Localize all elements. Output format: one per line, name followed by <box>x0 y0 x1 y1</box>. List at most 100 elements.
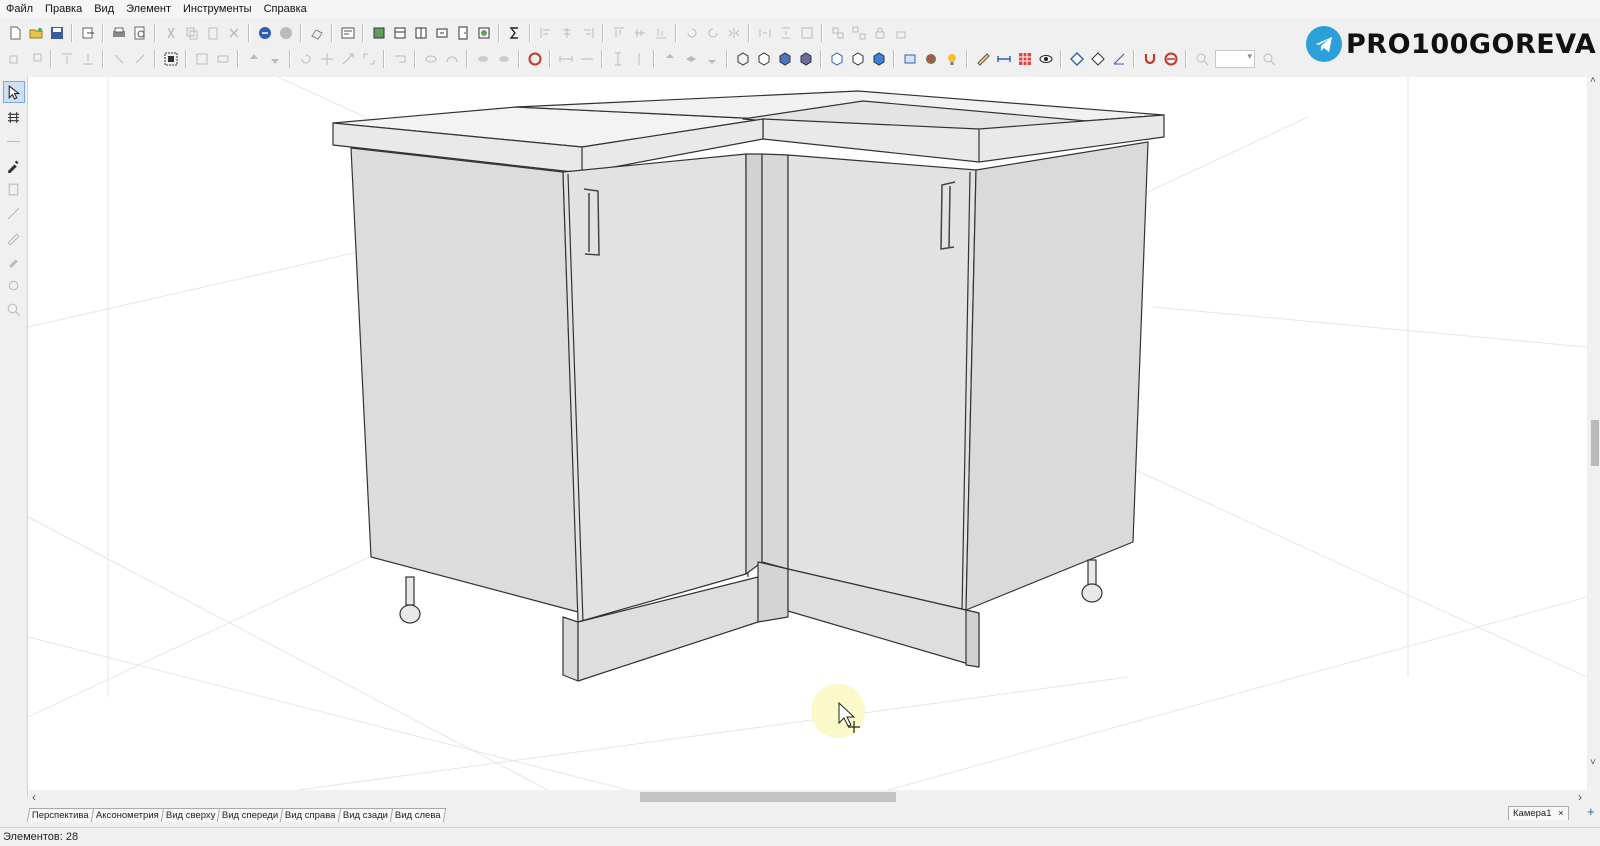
ungroup-icon[interactable] <box>850 24 868 42</box>
sum-icon[interactable] <box>506 24 524 42</box>
tab-right-view[interactable]: Вид справа <box>280 808 342 822</box>
eyedropper-icon[interactable] <box>4 155 24 175</box>
group-icon[interactable] <box>829 24 847 42</box>
view-box-icon[interactable] <box>828 50 846 68</box>
zoom-out-icon[interactable] <box>1193 50 1211 68</box>
ruler-icon[interactable] <box>974 50 992 68</box>
distribute-h-icon[interactable] <box>756 24 774 42</box>
tab-back-view[interactable]: Вид сзади <box>337 808 394 822</box>
tab-camera[interactable]: Камера1 × <box>1508 806 1569 820</box>
unlock-icon[interactable] <box>892 24 910 42</box>
move-back-icon[interactable] <box>6 50 24 68</box>
scroll-down-arrow[interactable]: ˅ <box>1590 757 1596 768</box>
insert-door-icon[interactable] <box>454 24 472 42</box>
edit-tool-icon[interactable] <box>4 227 24 247</box>
view-shaded-icon[interactable] <box>776 50 794 68</box>
lifebuoy-icon[interactable] <box>526 50 544 68</box>
grid-icon[interactable] <box>1016 50 1034 68</box>
copy-tool-icon[interactable] <box>4 179 24 199</box>
tab-axonometry[interactable]: Аксонометрия <box>90 808 164 822</box>
insert-shelf-icon[interactable] <box>412 24 430 42</box>
multi-select-icon[interactable] <box>4 107 24 127</box>
zoom-in-icon[interactable] <box>1260 50 1278 68</box>
properties-icon[interactable] <box>339 24 357 42</box>
redo-icon[interactable] <box>277 24 295 42</box>
join-icon[interactable] <box>110 50 128 68</box>
tab-perspective[interactable]: Перспектива <box>26 808 94 822</box>
add-camera-button[interactable]: + <box>1587 804 1595 819</box>
align-top-icon[interactable] <box>610 24 628 42</box>
close-icon[interactable]: × <box>1558 808 1564 819</box>
rotate-right-icon[interactable] <box>704 24 722 42</box>
undo-icon[interactable] <box>256 24 274 42</box>
3d-viewport[interactable] <box>28 77 1587 790</box>
move-front-icon[interactable] <box>27 50 45 68</box>
layer-down-icon[interactable] <box>703 50 721 68</box>
open-folder-icon[interactable] <box>27 24 45 42</box>
menu-edit[interactable]: Правка <box>39 0 88 19</box>
lock-icon[interactable] <box>871 24 889 42</box>
vertical-scrollbar[interactable]: ˄ ˅ <box>1588 75 1600 790</box>
texture-icon[interactable] <box>901 50 919 68</box>
snap-edge-icon[interactable] <box>1089 50 1107 68</box>
align-bottom-icon[interactable] <box>652 24 670 42</box>
measure-icon[interactable] <box>4 131 24 151</box>
horizontal-scroll-thumb[interactable] <box>640 792 896 802</box>
scroll-up-arrow[interactable]: ˄ <box>1590 75 1596 86</box>
snap-top-icon[interactable] <box>58 50 76 68</box>
align-middle-icon[interactable] <box>631 24 649 42</box>
show-icon[interactable] <box>495 50 513 68</box>
resize-icon[interactable] <box>193 50 211 68</box>
select-pointer-icon[interactable] <box>2 81 25 103</box>
align-center-icon[interactable] <box>558 24 576 42</box>
vertical-scroll-thumb[interactable] <box>1591 420 1599 466</box>
contour-icon[interactable] <box>391 50 409 68</box>
paint-icon[interactable] <box>922 50 940 68</box>
scale-tool-icon[interactable] <box>4 203 24 223</box>
rotate-left-icon[interactable] <box>683 24 701 42</box>
hide-icon[interactable] <box>474 50 492 68</box>
layer-up-icon[interactable] <box>661 50 679 68</box>
collision-icon[interactable] <box>1162 50 1180 68</box>
rotate-tool-icon[interactable] <box>4 275 24 295</box>
print-icon[interactable] <box>110 24 128 42</box>
dimension-line-icon[interactable] <box>578 50 596 68</box>
view-box2-icon[interactable] <box>849 50 867 68</box>
rotate-icon[interactable] <box>297 50 315 68</box>
menu-view[interactable]: Вид <box>88 0 120 19</box>
nudge-down-icon[interactable] <box>266 50 284 68</box>
snap-angle-icon[interactable] <box>1110 50 1128 68</box>
zoom-tool-icon[interactable] <box>4 299 24 319</box>
menu-tools[interactable]: Инструменты <box>177 0 258 19</box>
snap-point-icon[interactable] <box>1068 50 1086 68</box>
print-preview-icon[interactable] <box>131 24 149 42</box>
ellipse-icon[interactable] <box>422 50 440 68</box>
tab-top-view[interactable]: Вид сверху <box>160 808 221 822</box>
menu-file[interactable]: Файл <box>0 0 39 19</box>
zoom-select[interactable] <box>1215 49 1255 68</box>
insert-cabinet-icon[interactable] <box>370 24 388 42</box>
layer-icon[interactable] <box>682 50 700 68</box>
view-wireframe-icon[interactable] <box>734 50 752 68</box>
scale-icon[interactable] <box>339 50 357 68</box>
export-icon[interactable] <box>79 24 97 42</box>
scroll-right-arrow[interactable]: › <box>1578 790 1582 804</box>
scroll-left-arrow[interactable]: ‹ <box>32 790 36 804</box>
split-icon[interactable] <box>131 50 149 68</box>
snap-bottom-icon[interactable] <box>79 50 97 68</box>
dimension-h-icon[interactable] <box>557 50 575 68</box>
menu-help[interactable]: Справка <box>258 0 313 19</box>
view-textured-icon[interactable] <box>797 50 815 68</box>
eye-icon[interactable] <box>1037 50 1055 68</box>
new-file-icon[interactable] <box>6 24 24 42</box>
align-right-icon[interactable] <box>579 24 597 42</box>
horizontal-scrollbar[interactable]: ‹ › <box>28 790 1588 804</box>
save-icon[interactable] <box>48 24 66 42</box>
tab-front-view[interactable]: Вид спереди <box>216 808 284 822</box>
view-hidden-icon[interactable] <box>755 50 773 68</box>
cut-icon[interactable] <box>162 24 180 42</box>
tab-left-view[interactable]: Вид слева <box>389 808 446 822</box>
move-cross-icon[interactable] <box>318 50 336 68</box>
insert-board-icon[interactable] <box>391 24 409 42</box>
dimension-v-icon[interactable] <box>609 50 627 68</box>
